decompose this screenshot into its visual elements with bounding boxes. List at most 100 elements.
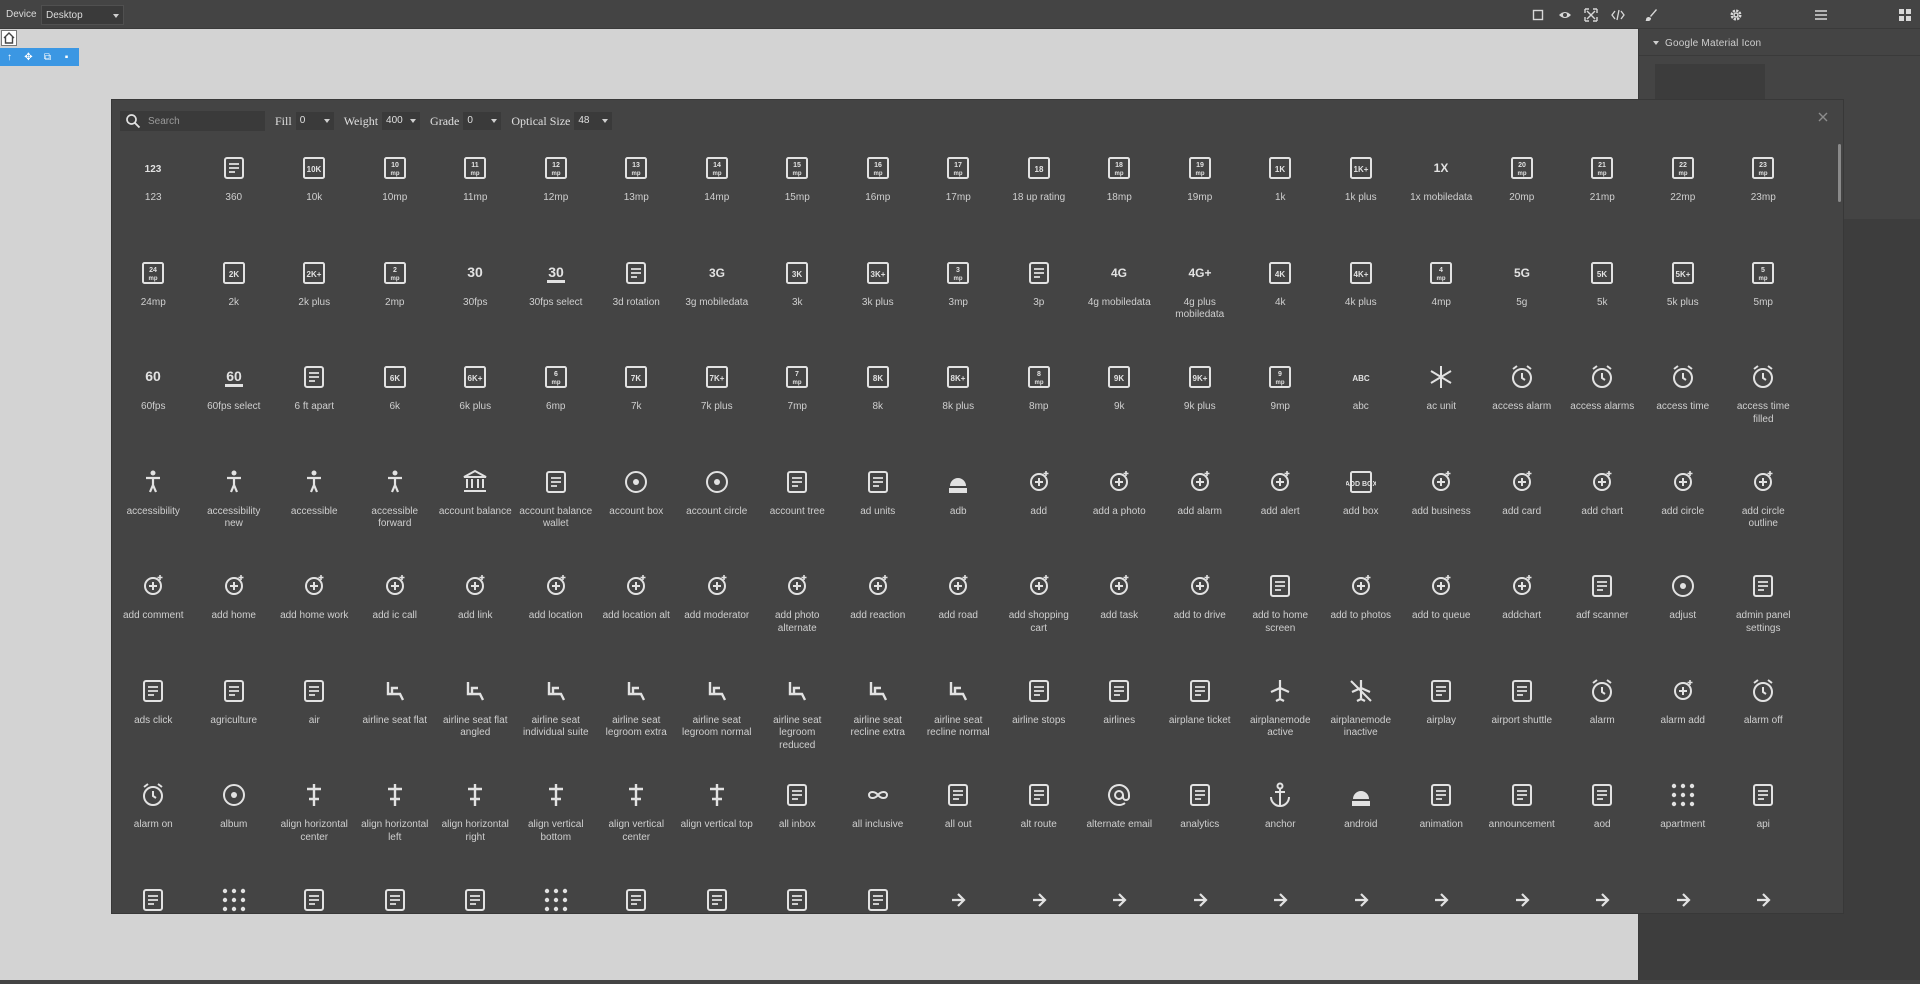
- icon-tile[interactable]: [1643, 872, 1724, 916]
- icon-tile[interactable]: 5K+ 5k plus: [1643, 245, 1724, 350]
- icon-tile[interactable]: airline seat recline extra: [838, 663, 919, 768]
- icon-tile[interactable]: 3K 3k: [757, 245, 838, 350]
- icon-tile[interactable]: ad units: [838, 454, 919, 559]
- icon-tile[interactable]: add photo alternate: [757, 558, 838, 663]
- icon-tile[interactable]: [1321, 872, 1402, 916]
- scrollbar[interactable]: [1838, 144, 1841, 202]
- icon-tile[interactable]: 3p: [999, 245, 1080, 350]
- icon-tile[interactable]: 23 mp 23mp: [1723, 140, 1804, 245]
- icon-tile[interactable]: accessibility: [113, 454, 194, 559]
- icon-tile[interactable]: add comment: [113, 558, 194, 663]
- icon-tile[interactable]: 2K+ 2k plus: [274, 245, 355, 350]
- icon-tile[interactable]: 12 mp 12mp: [516, 140, 597, 245]
- icon-tile[interactable]: ADD BOX add box: [1321, 454, 1402, 559]
- icon-tile[interactable]: aod: [1562, 767, 1643, 872]
- icon-tile[interactable]: airline seat legroom extra: [596, 663, 677, 768]
- icon-tile[interactable]: add card: [1482, 454, 1563, 559]
- icon-tile[interactable]: add to photos: [1321, 558, 1402, 663]
- icon-tile[interactable]: 6 mp 6mp: [516, 349, 597, 454]
- icon-tile[interactable]: agriculture: [194, 663, 275, 768]
- icon-tile[interactable]: accessible forward: [355, 454, 436, 559]
- icon-tile[interactable]: 4G+ 4g plus mobiledata: [1160, 245, 1241, 350]
- icon-tile[interactable]: airline seat recline normal: [918, 663, 999, 768]
- icon-tile[interactable]: anchor: [1240, 767, 1321, 872]
- icon-tile[interactable]: align vertical center: [596, 767, 677, 872]
- move-icon[interactable]: ✥: [19, 48, 38, 66]
- icon-tile[interactable]: add alert: [1240, 454, 1321, 559]
- icon-tile[interactable]: 123 123: [113, 140, 194, 245]
- icon-tile[interactable]: airplanemode active: [1240, 663, 1321, 768]
- icon-tile[interactable]: add reaction: [838, 558, 919, 663]
- icon-tile[interactable]: 30 30fps: [435, 245, 516, 350]
- icon-tile[interactable]: airline seat individual suite: [516, 663, 597, 768]
- icon-tile[interactable]: 4G 4g mobiledata: [1079, 245, 1160, 350]
- panel-header[interactable]: Google Material Icon: [1639, 29, 1920, 56]
- icon-tile[interactable]: add home: [194, 558, 275, 663]
- icon-tile[interactable]: 18 18 up rating: [999, 140, 1080, 245]
- hamburger-menu-icon[interactable]: [1811, 5, 1831, 25]
- icon-tile[interactable]: addchart: [1482, 558, 1563, 663]
- icon-tile[interactable]: all inclusive: [838, 767, 919, 872]
- icon-tile[interactable]: 3d rotation: [596, 245, 677, 350]
- code-icon[interactable]: [1608, 5, 1628, 25]
- copy-icon[interactable]: ⧉: [38, 48, 57, 66]
- icon-tile[interactable]: airplane ticket: [1160, 663, 1241, 768]
- icon-tile[interactable]: 8K+ 8k plus: [918, 349, 999, 454]
- icon-tile[interactable]: add location: [516, 558, 597, 663]
- icon-tile[interactable]: add link: [435, 558, 516, 663]
- icon-tile[interactable]: [1562, 872, 1643, 916]
- icon-tile[interactable]: [516, 872, 597, 916]
- icon-tile[interactable]: 9K+ 9k plus: [1160, 349, 1241, 454]
- icon-tile[interactable]: [677, 872, 758, 916]
- icon-tile[interactable]: account box: [596, 454, 677, 559]
- icon-tile[interactable]: account circle: [677, 454, 758, 559]
- icon-tile[interactable]: add chart: [1562, 454, 1643, 559]
- icon-tile[interactable]: [1079, 872, 1160, 916]
- icon-tile[interactable]: adb: [918, 454, 999, 559]
- icon-tile[interactable]: adf scanner: [1562, 558, 1643, 663]
- icon-tile[interactable]: 17 mp 17mp: [918, 140, 999, 245]
- icon-tile[interactable]: [1160, 872, 1241, 916]
- home-icon[interactable]: [1, 30, 17, 46]
- icon-tile[interactable]: [1401, 872, 1482, 916]
- icon-tile[interactable]: 10K 10k: [274, 140, 355, 245]
- icon-tile[interactable]: apartment: [1643, 767, 1724, 872]
- icon-tile[interactable]: [274, 872, 355, 916]
- icon-tile[interactable]: ac unit: [1401, 349, 1482, 454]
- icon-tile[interactable]: align vertical top: [677, 767, 758, 872]
- icon-tile[interactable]: align vertical bottom: [516, 767, 597, 872]
- icon-tile[interactable]: 8 mp 8mp: [999, 349, 1080, 454]
- icon-tile[interactable]: 60 60fps select: [194, 349, 275, 454]
- icon-tile[interactable]: 7 mp 7mp: [757, 349, 838, 454]
- icon-tile[interactable]: add home work: [274, 558, 355, 663]
- device-select[interactable]: Desktop: [41, 5, 124, 25]
- icon-tile[interactable]: alternate email: [1079, 767, 1160, 872]
- icon-tile[interactable]: align horizontal left: [355, 767, 436, 872]
- icon-tile[interactable]: alarm off: [1723, 663, 1804, 768]
- icon-tile[interactable]: alarm: [1562, 663, 1643, 768]
- icon-tile[interactable]: air: [274, 663, 355, 768]
- icon-tile[interactable]: 19 mp 19mp: [1160, 140, 1241, 245]
- icon-tile[interactable]: add: [999, 454, 1080, 559]
- icon-tile[interactable]: [1482, 872, 1563, 916]
- icon-tile[interactable]: [838, 872, 919, 916]
- icon-tile[interactable]: account balance wallet: [516, 454, 597, 559]
- icon-tile[interactable]: 13 mp 13mp: [596, 140, 677, 245]
- icon-tile[interactable]: airline seat legroom normal: [677, 663, 758, 768]
- square-outline-icon[interactable]: [1528, 5, 1548, 25]
- search-box[interactable]: [120, 111, 265, 131]
- icon-tile[interactable]: access alarms: [1562, 349, 1643, 454]
- icon-tile[interactable]: 9 mp 9mp: [1240, 349, 1321, 454]
- icon-tile[interactable]: alarm add: [1643, 663, 1724, 768]
- icon-tile[interactable]: account balance: [435, 454, 516, 559]
- icon-tile[interactable]: 24 mp 24mp: [113, 245, 194, 350]
- eye-icon[interactable]: [1555, 5, 1575, 25]
- icon-tile[interactable]: 2K 2k: [194, 245, 275, 350]
- icon-tile[interactable]: 7K 7k: [596, 349, 677, 454]
- icon-tile[interactable]: 3K+ 3k plus: [838, 245, 919, 350]
- icon-tile[interactable]: add to home screen: [1240, 558, 1321, 663]
- icon-tile[interactable]: add shopping cart: [999, 558, 1080, 663]
- icon-tile[interactable]: album: [194, 767, 275, 872]
- icon-tile[interactable]: add location alt: [596, 558, 677, 663]
- grade-select[interactable]: 0: [463, 112, 502, 130]
